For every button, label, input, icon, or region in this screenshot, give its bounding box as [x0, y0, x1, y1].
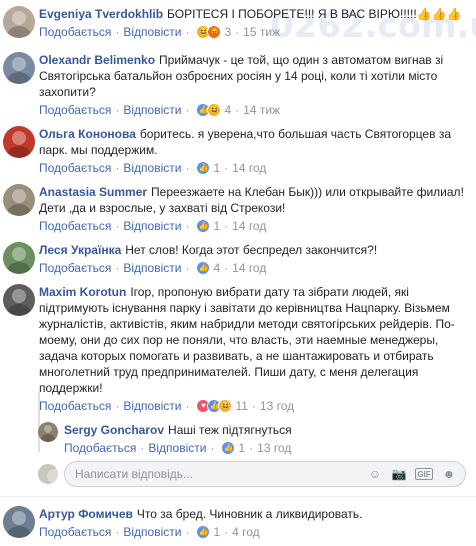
like-link[interactable]: Подобається	[39, 398, 111, 414]
comment-time[interactable]: 13 год	[260, 398, 294, 414]
comment-time[interactable]: 15 тиж	[243, 24, 280, 40]
reply-link[interactable]: Відповісти	[123, 24, 181, 40]
haha-reaction-icon: 😆	[218, 399, 233, 413]
comment-author[interactable]: Ольга Кононова	[39, 127, 136, 141]
avatar[interactable]	[3, 126, 35, 158]
like-reaction-icon: 👍	[221, 441, 236, 455]
like-link[interactable]: Подобається	[39, 102, 111, 118]
avatar	[38, 464, 58, 484]
like-reaction-icon: 👍	[196, 525, 211, 539]
comment-time[interactable]: 4 год	[232, 524, 260, 540]
comment-meta: Подобається · Відповісти · 👍 😆 4 · 14 тиж	[39, 102, 281, 118]
comment-time[interactable]: 14 год	[232, 218, 266, 234]
avatar[interactable]	[3, 242, 35, 274]
comment-time[interactable]: 14 год	[232, 160, 266, 176]
comment-item: Maxim Korotun Ігор, пропоную вибрати дату…	[0, 284, 469, 414]
comment-meta: Подобається · Відповісти · 😆 😡 3 · 15 тиж	[39, 24, 281, 40]
reply-input-placeholder: Написати відповідь...	[75, 467, 193, 481]
comment-item: Evgeniya Tverdokhlib БОРІТЕСЯ І ПОБОРЕТЕ!…	[0, 6, 469, 40]
like-link[interactable]: Подобається	[39, 260, 111, 276]
comment-author[interactable]: Anastasia Summer	[39, 185, 147, 199]
camera-icon[interactable]: 📷	[391, 466, 407, 482]
comment-author[interactable]: Evgeniya Tverdokhlib	[39, 7, 163, 21]
reactions[interactable]: 👍 1	[196, 524, 220, 540]
emoji-icon[interactable]: ☺	[367, 466, 383, 482]
comment-time[interactable]: 13 год	[257, 440, 291, 456]
avatar[interactable]	[3, 6, 35, 38]
reaction-count: 1	[213, 219, 221, 233]
avatar[interactable]	[38, 422, 58, 442]
like-link[interactable]: Подобається	[39, 24, 111, 40]
comment-meta: Подобається · Відповісти · ♥ 👍 😆 11 · 13 г…	[39, 398, 295, 414]
reply-link[interactable]: Відповісти	[123, 524, 181, 540]
reactions[interactable]: 👍 1	[196, 218, 220, 234]
avatar[interactable]	[3, 184, 35, 216]
comment-time[interactable]: 14 год	[232, 260, 266, 276]
comment-text: Наші теж підтягнуться	[168, 423, 292, 437]
comment-meta: Подобається · Відповісти · 👍 1 · 14 год	[39, 160, 267, 176]
haha-reaction-icon: 😆	[207, 103, 222, 117]
comment-item: Ольга Кононова боритесь. я уверена,что бо…	[0, 126, 469, 176]
reaction-count: 1	[213, 161, 221, 175]
comment-author[interactable]: Olexandr Belimenko	[39, 53, 155, 67]
avatar[interactable]	[3, 284, 35, 316]
comment-item: Anastasia Summer Переезжаете на Клебан Бы…	[0, 184, 469, 234]
reaction-count: 3	[224, 25, 232, 39]
reply-link[interactable]: Відповісти	[123, 218, 181, 234]
comment-item: Леся Українка Нет слов! Когда этот беспре…	[0, 242, 469, 276]
comment-text: БОРІТЕСЯ І ПОБОРЕТЕ!!! Я В ВАС ВІРЮ!!!!!…	[167, 7, 462, 21]
avatar[interactable]	[3, 506, 35, 538]
reply-link[interactable]: Відповісти	[123, 260, 181, 276]
comment-text: Что за бред. Чиновник а ликвидировать.	[136, 507, 363, 521]
like-link[interactable]: Подобається	[39, 524, 111, 540]
reaction-count: 4	[224, 103, 232, 117]
reactions[interactable]: 👍 1	[196, 160, 220, 176]
reply-link[interactable]: Відповісти	[123, 398, 181, 414]
avatar[interactable]	[3, 52, 35, 84]
gif-icon[interactable]: GIF	[415, 468, 433, 480]
comment-author[interactable]: Maxim Korotun	[39, 285, 126, 299]
angry-reaction-icon: 😡	[207, 25, 222, 39]
like-reaction-icon: 👍	[196, 219, 211, 233]
reactions[interactable]: 👍 😆 4	[196, 102, 231, 118]
comment-meta: Подобається · Відповісти · 👍 1 · 13 год	[64, 440, 292, 456]
comment-author[interactable]: Артур Фомичев	[39, 507, 133, 521]
reactions[interactable]: 👍 4	[196, 260, 220, 276]
comment-meta: Подобається · Відповісти · 👍 1 · 14 год	[39, 218, 267, 234]
reactions[interactable]: ♥ 👍 😆 11	[196, 398, 248, 414]
reply-composer: Написати відповідь... ☺ 📷 GIF ☻	[38, 461, 466, 487]
comment-author[interactable]: Леся Українка	[39, 243, 121, 257]
comment-meta: Подобається · Відповісти · 👍 4 · 14 год	[39, 260, 267, 276]
reaction-count: 4	[213, 261, 221, 275]
comment-item: Olexandr Belimenko Приймачук - це той, що…	[0, 52, 469, 118]
reactions[interactable]: 😆 😡 3	[196, 24, 231, 40]
divider	[0, 496, 476, 497]
comment-time[interactable]: 14 тиж	[243, 102, 280, 118]
comment-item: Артур Фомичев Что за бред. Чиновник а лик…	[0, 506, 469, 540]
reply-link[interactable]: Відповісти	[148, 440, 206, 456]
like-link[interactable]: Подобається	[39, 160, 111, 176]
like-reaction-icon: 👍	[196, 261, 211, 275]
reactions[interactable]: 👍 1	[221, 440, 245, 456]
reply-input[interactable]: Написати відповідь... ☺ 📷 GIF ☻	[64, 461, 466, 487]
reaction-count: 1	[238, 441, 246, 455]
comment-author[interactable]: Sergy Goncharov	[64, 423, 164, 437]
reply-link[interactable]: Відповісти	[123, 102, 181, 118]
sticker-icon[interactable]: ☻	[441, 466, 457, 482]
like-link[interactable]: Подобається	[64, 440, 136, 456]
reaction-count: 11	[235, 399, 248, 413]
comment-text: Нет слов! Когда этот беспредел закончитс…	[125, 243, 378, 257]
reply-link[interactable]: Відповісти	[123, 160, 181, 176]
like-link[interactable]: Подобається	[39, 218, 111, 234]
like-reaction-icon: 👍	[196, 161, 211, 175]
comment-text: Ігор, пропоную вибрати дату та зібрати л…	[39, 285, 455, 395]
comment-meta: Подобається · Відповісти · 👍 1 · 4 год	[39, 524, 260, 540]
reply-item: Sergy Goncharov Наші теж підтягнуться Под…	[38, 422, 464, 456]
reaction-count: 1	[213, 525, 221, 539]
